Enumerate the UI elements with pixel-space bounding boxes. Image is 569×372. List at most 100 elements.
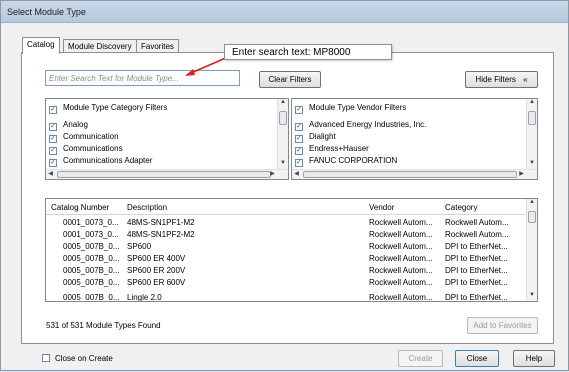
catalog-number-cell: 0005_007B_0... <box>63 293 120 302</box>
category-filter-item[interactable]: ✓ Communications <box>49 144 123 156</box>
vendor-cell: Rockwell Autom... <box>369 278 433 287</box>
vendor-horizontal-scrollbar[interactable]: ◀ ▶ <box>292 169 537 179</box>
hide-filters-button[interactable]: Hide Filters « <box>465 71 538 88</box>
close-on-create-checkbox[interactable]: Close on Create <box>42 354 113 363</box>
vendor-cell: Rockwell Autom... <box>369 230 433 239</box>
scroll-right-arrow-icon[interactable]: ▶ <box>268 170 277 179</box>
category-filter-label: Analog <box>63 120 88 129</box>
column-header-catalog-number[interactable]: Catalog Number <box>51 203 109 212</box>
vendor-cell: Rockwell Autom... <box>369 266 433 275</box>
category-cell: DPI to EtherNet... <box>445 293 508 302</box>
category-cell: DPI to EtherNet... <box>445 254 508 263</box>
clear-filters-button[interactable]: Clear Filters <box>259 71 321 88</box>
category-filter-label: Communications <box>63 144 123 153</box>
category-cell: Rockwell Autom... <box>445 218 509 227</box>
category-cell: DPI to EtherNet... <box>445 242 508 251</box>
close-on-create-label: Close on Create <box>55 354 113 363</box>
checkbox-checked-icon[interactable]: ✓ <box>49 147 57 155</box>
create-button[interactable]: Create <box>398 350 443 367</box>
description-cell: 48MS-SN1PF1-M2 <box>127 218 195 227</box>
table-row[interactable]: 0005_007B_0... SP600 ER 400V Rockwell Au… <box>46 253 527 265</box>
catalog-number-cell: 0005_007B_0... <box>63 266 120 275</box>
category-vertical-scrollbar[interactable]: ▲ ▼ <box>277 99 288 169</box>
checkbox-checked-icon[interactable]: ✓ <box>49 135 57 143</box>
search-input[interactable] <box>45 70 240 86</box>
results-count-status: 531 of 531 Module Types Found <box>46 321 161 330</box>
scroll-up-arrow-icon[interactable]: ▲ <box>527 99 537 108</box>
vendor-filter-label: Advanced Energy Industries, Inc. <box>309 120 427 129</box>
tab-module-discovery[interactable]: Module Discovery <box>63 39 137 53</box>
scroll-thumb[interactable] <box>528 111 536 125</box>
table-row[interactable]: 0001_0073_0... 48MS-SN1PF2-M2 Rockwell A… <box>46 229 527 241</box>
title-bar[interactable]: Select Module Type <box>1 1 568 23</box>
checkbox-checked-icon[interactable]: ✓ <box>49 159 57 167</box>
category-filter-list[interactable]: ✓ Module Type Category Filters ✓ Analog ✓ C… <box>45 98 289 180</box>
column-header-vendor[interactable]: Vendor <box>369 203 394 212</box>
description-cell: SP600 <box>127 242 152 251</box>
category-filter-item[interactable]: ✓ Analog <box>49 120 88 132</box>
checkbox-checked-icon[interactable]: ✓ <box>295 123 303 131</box>
checkbox-checked-icon[interactable]: ✓ <box>295 147 303 155</box>
table-row[interactable]: 0001_0073_0... 48MS-SN1PF1-M2 Rockwell A… <box>46 217 527 229</box>
tab-catalog[interactable]: Catalog <box>22 37 60 54</box>
results-vertical-scrollbar[interactable]: ▲ ▼ <box>526 199 537 301</box>
vendor-cell: Rockwell Autom... <box>369 242 433 251</box>
category-filter-item[interactable]: ✓ Communication <box>49 132 119 144</box>
category-filter-header[interactable]: ✓ Module Type Category Filters <box>49 103 167 115</box>
vendor-filter-label: FANUC CORPORATION <box>309 156 398 165</box>
hide-filters-label: Hide Filters <box>475 75 516 84</box>
vendor-filter-list[interactable]: ✓ Module Type Vendor Filters ✓ Advanced En… <box>291 98 538 180</box>
close-button[interactable]: Close <box>455 350 499 367</box>
scroll-down-arrow-icon[interactable]: ▼ <box>527 292 537 301</box>
vendor-filter-header[interactable]: ✓ Module Type Vendor Filters <box>295 103 406 115</box>
module-results-table[interactable]: Catalog Number Description Vendor Catego… <box>45 198 538 302</box>
scroll-left-arrow-icon[interactable]: ◀ <box>292 170 301 179</box>
description-cell: SP600 ER 600V <box>127 278 186 287</box>
vendor-vertical-scrollbar[interactable]: ▲ ▼ <box>526 99 537 169</box>
scroll-right-arrow-icon[interactable]: ▶ <box>517 170 526 179</box>
scroll-left-arrow-icon[interactable]: ◀ <box>46 170 55 179</box>
scroll-thumb[interactable] <box>303 171 517 178</box>
table-header: Catalog Number Description Vendor Catego… <box>46 199 527 215</box>
scroll-thumb[interactable] <box>57 171 271 178</box>
catalog-number-cell: 0005_007B_0... <box>63 242 120 251</box>
table-row[interactable]: 0005_007B_0... SP600 ER 600V Rockwell Au… <box>46 277 527 289</box>
scroll-thumb[interactable] <box>528 211 536 223</box>
select-module-type-dialog: Select Module Type Catalog Module Discov… <box>0 0 569 371</box>
checkbox-checked-icon[interactable]: ✓ <box>49 106 57 114</box>
category-horizontal-scrollbar[interactable]: ◀ ▶ <box>46 169 288 179</box>
scroll-thumb[interactable] <box>279 111 287 125</box>
table-row[interactable]: 0005_007B_0... Lingle 2.0 Rockwell Autom… <box>46 292 527 302</box>
tab-favorites[interactable]: Favorites <box>136 39 179 53</box>
add-to-favorites-button[interactable]: Add to Favorites <box>467 317 538 334</box>
checkbox-checked-icon[interactable]: ✓ <box>295 106 303 114</box>
description-cell: Lingle 2.0 <box>127 293 162 302</box>
scroll-up-arrow-icon[interactable]: ▲ <box>278 99 288 108</box>
checkbox-checked-icon[interactable]: ✓ <box>295 159 303 167</box>
category-header-label: Module Type Category Filters <box>63 103 168 112</box>
scroll-up-arrow-icon[interactable]: ▲ <box>527 199 537 208</box>
checkbox-checked-icon[interactable]: ✓ <box>295 135 303 143</box>
category-filter-item[interactable]: ✓ Communications Adapter <box>49 156 152 168</box>
vendor-cell: Rockwell Autom... <box>369 293 433 302</box>
column-header-category[interactable]: Category <box>445 203 477 212</box>
catalog-number-cell: 0001_0073_0... <box>63 230 119 239</box>
catalog-number-cell: 0001_0073_0... <box>63 218 119 227</box>
scroll-down-arrow-icon[interactable]: ▼ <box>278 160 288 169</box>
description-cell: SP600 ER 200V <box>127 266 186 275</box>
vendor-filter-item[interactable]: ✓ FANUC CORPORATION <box>295 156 397 168</box>
vendor-header-label: Module Type Vendor Filters <box>309 103 407 112</box>
table-row[interactable]: 0005_007B_0... SP600 Rockwell Autom... D… <box>46 241 527 253</box>
scroll-down-arrow-icon[interactable]: ▼ <box>527 160 537 169</box>
table-row[interactable]: 0005_007B_0... SP600 ER 200V Rockwell Au… <box>46 265 527 277</box>
help-button[interactable]: Help <box>513 350 555 367</box>
vendor-filter-item[interactable]: ✓ Dialight <box>295 132 336 144</box>
checkbox-unchecked-icon[interactable] <box>42 354 50 362</box>
catalog-number-cell: 0005_007B_0... <box>63 254 120 263</box>
vendor-filter-label: Endress+Hauser <box>309 144 369 153</box>
vendor-filter-item[interactable]: ✓ Endress+Hauser <box>295 144 369 156</box>
column-header-description[interactable]: Description <box>127 203 167 212</box>
category-cell: DPI to EtherNet... <box>445 266 508 275</box>
vendor-filter-item[interactable]: ✓ Advanced Energy Industries, Inc. <box>295 120 426 132</box>
checkbox-checked-icon[interactable]: ✓ <box>49 123 57 131</box>
